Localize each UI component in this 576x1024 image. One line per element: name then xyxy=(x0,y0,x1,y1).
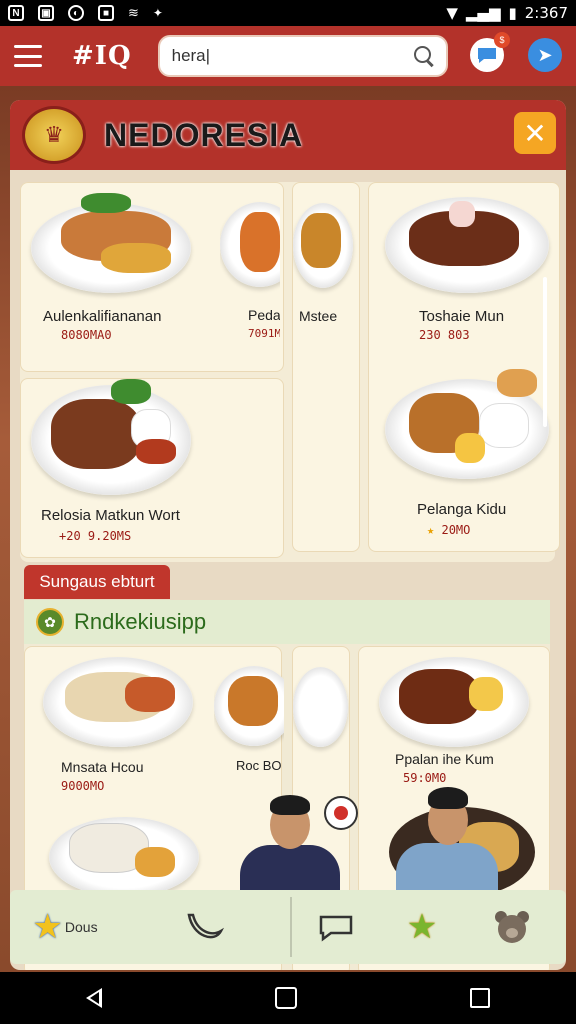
favorites-button[interactable]: ★ Dous xyxy=(10,907,120,947)
notification-icon: N xyxy=(8,5,24,21)
send-icon[interactable]: ➤ xyxy=(528,38,562,72)
dish-card[interactable]: Relosia Matkun Wort +20 9.20MS xyxy=(20,378,284,558)
search-bar[interactable] xyxy=(157,35,448,77)
location-icon: ✦ xyxy=(152,6,163,20)
chat-icon[interactable]: $ xyxy=(470,32,510,72)
rating-button[interactable]: ★ xyxy=(382,907,462,947)
battery-icon: ▮ xyxy=(508,4,517,22)
search-input[interactable] xyxy=(171,46,414,66)
app-bar: #IQ $ ➤ xyxy=(0,26,576,86)
leaf-icon: ✿ xyxy=(36,608,64,636)
dish-card[interactable]: Toshaie Mun 230 803 Pelanga Kidu ★ 20MO xyxy=(368,182,560,552)
dish-price: ★ 20MO xyxy=(427,523,471,537)
dish-name: Toshaie Mun xyxy=(419,308,505,325)
cuisine-card: ♛ NEDORESIA ✕ Aulenkalifiananan 8080MA0 … xyxy=(10,100,566,970)
emblem-icon: ♛ xyxy=(22,106,86,164)
dish-card[interactable]: Mstee xyxy=(292,182,360,552)
dish-name: Pelanga Kidu xyxy=(417,501,507,518)
dish-name: Roc BO xyxy=(236,758,282,773)
dish-price: 9000MO xyxy=(61,779,105,793)
lock-icon: ■ xyxy=(98,5,114,21)
profile-button[interactable] xyxy=(462,909,562,945)
recent-apps-icon[interactable] xyxy=(469,988,490,1008)
cell-signal-icon: ▂▄▆ xyxy=(465,4,501,22)
menu-panel: Aulenkalifiananan 8080MA0 Relosia Matkun… xyxy=(20,182,560,562)
section-header: ✿ Rndkekiusipp xyxy=(24,600,550,644)
dish-price: 230 803 xyxy=(419,328,470,342)
system-nav-bar xyxy=(0,972,576,1024)
back-icon[interactable] xyxy=(86,988,103,1008)
close-button[interactable]: ✕ xyxy=(514,112,556,154)
dish-price: +20 9.20MS xyxy=(59,529,132,543)
favorites-label: Dous xyxy=(64,919,98,935)
clock: 2:367 xyxy=(524,4,568,22)
star-icon: ★ xyxy=(32,908,63,946)
home-icon[interactable] xyxy=(274,987,297,1009)
dish-name: Relosia Matkun Wort xyxy=(41,507,180,524)
star-icon: ★ xyxy=(406,908,438,946)
chat-bubble-icon[interactable] xyxy=(324,796,358,830)
card-title: NEDORESIA xyxy=(104,116,304,153)
dish-price: 8080MA0 xyxy=(61,328,112,342)
wifi-signal-icon: ▼ xyxy=(446,4,458,22)
dish-name: Aulenkalifiananan xyxy=(43,308,162,325)
chat-bubble-icon xyxy=(319,915,353,942)
dish-price: 7091M xyxy=(248,327,280,340)
app-icon: ◐ xyxy=(68,5,84,21)
dish-name: Mnsata Hcou xyxy=(61,759,144,775)
search-icon[interactable] xyxy=(413,46,434,66)
image-icon: ▣ xyxy=(38,5,54,21)
menu-icon[interactable] xyxy=(14,45,42,67)
dish-card[interactable]: Pedai 7091M xyxy=(220,182,280,372)
person-avatar xyxy=(396,785,498,895)
wifi-icon: ≋ xyxy=(128,5,139,20)
bottom-bar: ★ Dous ★ xyxy=(10,890,566,964)
section-title: Rndkekiusipp xyxy=(74,609,207,634)
rating-star-icon: ★ xyxy=(427,523,435,537)
app-logo[interactable]: #IQ xyxy=(72,41,132,71)
chat-button[interactable] xyxy=(292,911,382,943)
dish-name: Ppalan ihe Kum xyxy=(395,751,494,767)
dish-name: Mstee xyxy=(299,308,338,324)
card-header: ♛ NEDORESIA ✕ xyxy=(10,100,566,170)
banana-icon xyxy=(187,913,225,939)
bear-icon xyxy=(495,911,529,943)
banana-button[interactable] xyxy=(120,909,290,945)
notification-badge: $ xyxy=(494,32,510,48)
status-bar: N ▣ ◐ ■ ≋ ✦ ▼ ▂▄▆ ▮ 2:367 xyxy=(0,0,576,26)
dish-name: Pedai xyxy=(248,307,280,323)
scrollbar[interactable] xyxy=(543,277,547,427)
section-tab[interactable]: Sungaus ebturt xyxy=(24,565,170,599)
dish-price: 59:0M0 xyxy=(403,771,447,785)
